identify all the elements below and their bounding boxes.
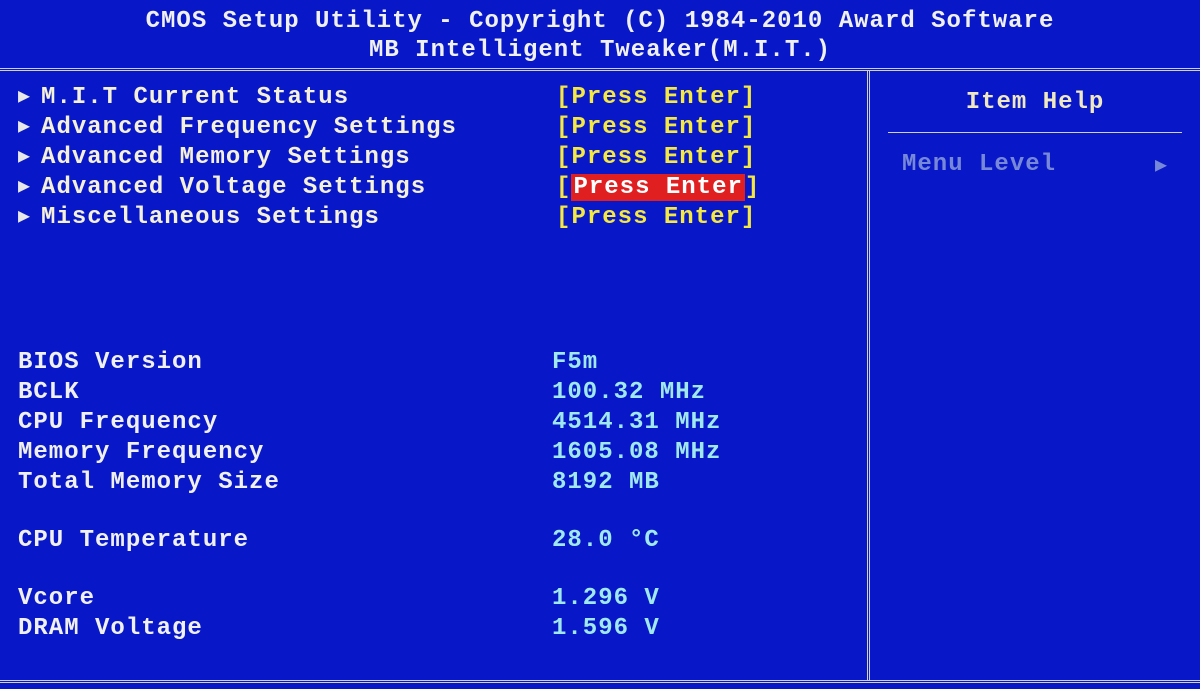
info-bios-version: BIOS Version F5m	[18, 348, 849, 378]
menu-label: Advanced Frequency Settings	[41, 113, 556, 143]
info-label: Vcore	[18, 584, 552, 614]
info-bclk: BCLK 100.32 MHz	[18, 378, 849, 408]
menu-level-label: Menu Level	[902, 151, 1056, 178]
menu-label: Miscellaneous Settings	[41, 203, 556, 233]
arrow-icon: ▶	[18, 113, 31, 143]
arrow-icon: ▶	[18, 143, 31, 173]
menu-misc-settings[interactable]: ▶ Miscellaneous Settings [Press Enter]	[18, 203, 849, 233]
item-help-title: Item Help	[888, 83, 1182, 133]
menu-adv-frequency[interactable]: ▶ Advanced Frequency Settings [Press Ent…	[18, 113, 849, 143]
menu-adv-voltage[interactable]: ▶ Advanced Voltage Settings [Press Enter…	[18, 173, 849, 203]
menu-value: [Press Enter]	[556, 173, 760, 203]
info-value: 1605.08 MHz	[552, 438, 721, 468]
menu-value: [Press Enter]	[556, 113, 756, 143]
menu-adv-memory[interactable]: ▶ Advanced Memory Settings [Press Enter]	[18, 143, 849, 173]
left-panel: ▶ M.I.T Current Status [Press Enter] ▶ A…	[0, 71, 870, 680]
menu-mit-status[interactable]: ▶ M.I.T Current Status [Press Enter]	[18, 83, 849, 113]
info-label: CPU Temperature	[18, 526, 552, 556]
arrow-icon: ▶	[18, 83, 31, 113]
info-cpu-freq: CPU Frequency 4514.31 MHz	[18, 408, 849, 438]
menu-label: M.I.T Current Status	[41, 83, 556, 113]
info-value: 4514.31 MHz	[552, 408, 721, 438]
info-cpu-temp: CPU Temperature 28.0 °C	[18, 526, 849, 556]
info-value: 1.296 V	[552, 584, 660, 614]
info-label: BIOS Version	[18, 348, 552, 378]
menu-label: Advanced Memory Settings	[41, 143, 556, 173]
bios-header: CMOS Setup Utility - Copyright (C) 1984-…	[0, 0, 1200, 71]
info-value: F5m	[552, 348, 598, 378]
info-mem-freq: Memory Frequency 1605.08 MHz	[18, 438, 849, 468]
info-value: 100.32 MHz	[552, 378, 706, 408]
menu-value: [Press Enter]	[556, 203, 756, 233]
arrow-icon: ▶	[18, 173, 31, 203]
menu-label: Advanced Voltage Settings	[41, 173, 556, 203]
arrow-icon: ▶	[1155, 152, 1168, 178]
help-panel: Item Help Menu Level ▶	[870, 71, 1200, 680]
menu-value: [Press Enter]	[556, 143, 756, 173]
main-area: ▶ M.I.T Current Status [Press Enter] ▶ A…	[0, 71, 1200, 680]
info-label: BCLK	[18, 378, 552, 408]
header-subtitle: MB Intelligent Tweaker(M.I.T.)	[0, 37, 1200, 64]
info-value: 8192 MB	[552, 468, 660, 498]
info-dram-voltage: DRAM Voltage 1.596 V	[18, 614, 849, 644]
menu-level: Menu Level ▶	[888, 151, 1182, 178]
info-vcore: Vcore 1.296 V	[18, 584, 849, 614]
info-label: CPU Frequency	[18, 408, 552, 438]
info-label: Total Memory Size	[18, 468, 552, 498]
bottom-border	[0, 680, 1200, 684]
menu-value: [Press Enter]	[556, 83, 756, 113]
info-label: DRAM Voltage	[18, 614, 552, 644]
info-label: Memory Frequency	[18, 438, 552, 468]
header-title: CMOS Setup Utility - Copyright (C) 1984-…	[0, 8, 1200, 35]
info-value: 1.596 V	[552, 614, 660, 644]
info-value: 28.0 °C	[552, 526, 660, 556]
arrow-icon: ▶	[18, 203, 31, 233]
info-total-mem: Total Memory Size 8192 MB	[18, 468, 849, 498]
